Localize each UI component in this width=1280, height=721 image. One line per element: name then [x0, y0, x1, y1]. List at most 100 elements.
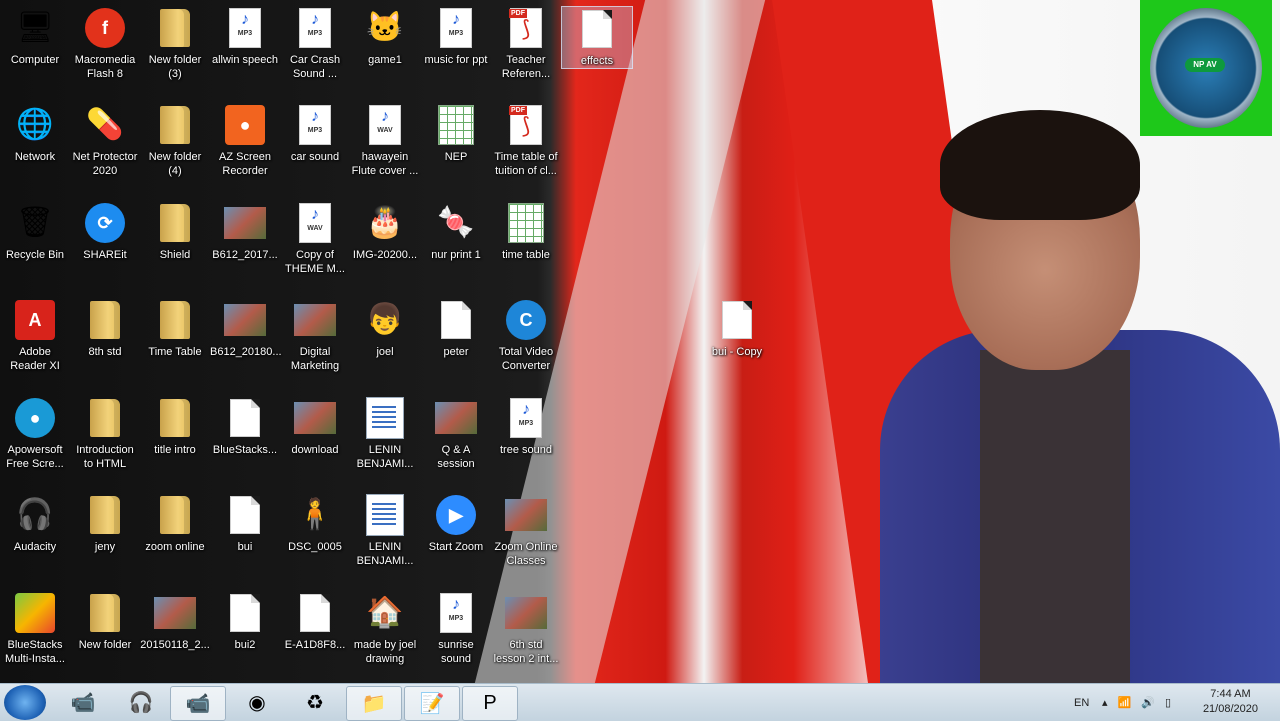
icon-glyph: 🌐: [13, 103, 57, 147]
desktop-icon[interactable]: download: [280, 396, 350, 457]
desktop-icon[interactable]: LENIN BENJAMI...: [350, 396, 420, 471]
desktop-icon[interactable]: E-A1D8F8...: [280, 591, 350, 652]
taskbar-chrome-button[interactable]: ◉: [230, 686, 284, 719]
desktop-icon[interactable]: 🎧 Audacity: [0, 493, 70, 554]
file-icon: [230, 594, 260, 632]
icon-glyph: 🍬: [434, 201, 478, 245]
icon-label: game1: [368, 54, 402, 66]
desktop-icon[interactable]: Shield: [140, 201, 210, 262]
icon-glyph: 🎂: [363, 201, 407, 245]
language-label: EN: [1074, 696, 1090, 709]
mp3-file-icon: ♪ MP3: [229, 8, 261, 48]
desktop-icon[interactable]: ♪ MP3 tree sound: [491, 396, 561, 457]
desktop-icon[interactable]: B612_20180...: [210, 298, 282, 359]
icon-glyph: ♪ WAV: [293, 201, 337, 245]
desktop-icon[interactable]: ♪ WAV hawayein Flute cover ...: [350, 103, 420, 178]
battery-icon[interactable]: ▯: [1165, 696, 1171, 709]
desktop-icon[interactable]: ♪ WAV Copy of THEME M...: [280, 201, 350, 276]
taskbar-zoom-button[interactable]: 📹: [170, 686, 226, 721]
desktop-icon[interactable]: ● AZ Screen Recorder: [210, 103, 280, 178]
signal-icon[interactable]: 📶: [1118, 696, 1132, 709]
taskbar-headphones-button[interactable]: 🎧: [114, 686, 168, 719]
desktop-icon[interactable]: A Adobe Reader XI: [0, 298, 70, 373]
desktop-icon[interactable]: Q & A session: [421, 396, 491, 471]
desktop-icon[interactable]: Zoom Online Classes: [491, 493, 561, 568]
desktop-icon[interactable]: New folder (3): [140, 6, 210, 81]
desktop-icon[interactable]: 💊 Net Protector 2020: [70, 103, 140, 178]
desktop-icon[interactable]: 👦 joel: [350, 298, 420, 359]
icon-label: LENIN BENJAMI...: [356, 444, 414, 470]
desktop-icon[interactable]: ⟳ SHAREit: [70, 201, 140, 262]
desktop-icon[interactable]: 8th std: [70, 298, 140, 359]
desktop-icon[interactable]: 🌐 Network: [0, 103, 70, 164]
desktop-icon[interactable]: ♪ MP3 allwin speech: [210, 6, 280, 67]
icon-glyph: [434, 298, 478, 342]
wav-file-icon: ♪ WAV: [299, 203, 331, 243]
start-button[interactable]: [4, 685, 46, 720]
pdf-file-icon: PDF ⟆: [509, 8, 542, 48]
desktop-icon[interactable]: New folder (4): [140, 103, 210, 178]
desktop-icon[interactable]: bui2: [210, 591, 280, 652]
desktop-icon[interactable]: BlueStacks...: [210, 396, 280, 457]
icon-glyph: [13, 591, 57, 635]
desktop-icon[interactable]: 🐱 game1: [350, 6, 420, 67]
desktop-icon[interactable]: bui: [210, 493, 280, 554]
desktop-icon[interactable]: time table: [491, 201, 561, 262]
desktop-icon[interactable]: Digital Marketing: [280, 298, 350, 373]
icon-glyph: PDF ⟆: [504, 103, 548, 147]
volume-icon[interactable]: 🔊: [1141, 696, 1155, 709]
icon-label: time table: [502, 249, 550, 261]
desktop-icon[interactable]: PDF ⟆ Time table of tuition of cl...: [491, 103, 561, 178]
desktop-icon[interactable]: BlueStacks Multi-Insta...: [0, 591, 70, 666]
icon-glyph: [83, 396, 127, 440]
desktop-icon[interactable]: title intro: [140, 396, 210, 457]
desktop-icon[interactable]: ♪ MP3 music for ppt: [421, 6, 491, 67]
desktop-icon[interactable]: Time Table: [140, 298, 210, 359]
image-thumbnail-icon: [435, 402, 477, 434]
desktop-icon[interactable]: zoom online: [140, 493, 210, 554]
icon-label: music for ppt: [424, 54, 488, 66]
desktop-icon[interactable]: f Macromedia Flash 8: [70, 6, 140, 81]
desktop-icon[interactable]: bui - Copy: [702, 298, 772, 359]
desktop-icon[interactable]: LENIN BENJAMI...: [350, 493, 420, 568]
image-thumbnail-icon: [505, 597, 547, 629]
desktop-icon[interactable]: ♪ MP3 Car Crash Sound ...: [280, 6, 350, 81]
taskbar-screen-recorder-button[interactable]: 📹: [56, 686, 110, 719]
icon-label: peter: [443, 346, 469, 358]
icon-label: Time table of tuition of cl...: [494, 151, 558, 177]
desktop-icon[interactable]: 🖥 Computer: [0, 6, 70, 67]
desktop-icon[interactable]: ♪ MP3 sunrise sound: [421, 591, 491, 666]
taskbar-explorer-button[interactable]: 📁: [346, 686, 402, 721]
antivirus-gadget[interactable]: NP AV: [1140, 0, 1272, 136]
desktop-icon[interactable]: jeny: [70, 493, 140, 554]
desktop-icon[interactable]: 🗑 Recycle Bin: [0, 201, 70, 262]
icon-glyph: 🗑: [13, 201, 57, 245]
desktop-icon[interactable]: New folder: [70, 591, 140, 652]
desktop-icon[interactable]: NEP: [421, 103, 491, 164]
icon-label: Apowersoft Free Scre...: [6, 444, 64, 470]
icon-glyph: [153, 6, 197, 50]
tray-expand-icon[interactable]: ▴: [1102, 696, 1108, 709]
taskbar-powerpoint-button[interactable]: P: [462, 686, 518, 721]
folder-icon: [160, 106, 190, 144]
desktop-icon[interactable]: ▶ Start Zoom: [421, 493, 491, 554]
desktop-icon[interactable]: peter: [421, 298, 491, 359]
desktop-icon[interactable]: 🎂 IMG-20200...: [350, 201, 420, 262]
desktop-icon[interactable]: B612_2017...: [210, 201, 280, 262]
desktop-icon[interactable]: C Total Video Converter: [491, 298, 561, 373]
desktop-icon[interactable]: ● Apowersoft Free Scre...: [0, 396, 70, 471]
desktop-icon[interactable]: Introduction to HTML: [70, 396, 140, 471]
clock[interactable]: 7:44 AM 21/08/2020: [1203, 687, 1258, 717]
desktop-icon[interactable]: 🍬 nur print 1: [421, 201, 491, 262]
desktop-icon[interactable]: ♪ MP3 car sound: [280, 103, 350, 164]
desktop-icon[interactable]: 20150118_2...: [140, 591, 210, 652]
taskbar-shareit-button[interactable]: ♻: [288, 686, 342, 719]
desktop-icon[interactable]: 🧍 DSC_0005: [280, 493, 350, 554]
desktop-icon[interactable]: PDF ⟆ Teacher Referen...: [491, 6, 561, 81]
desktop-icon[interactable]: 🏠 made by joel drawing: [350, 591, 420, 666]
language-indicator[interactable]: EN: [1074, 684, 1089, 721]
icon-label: bui - Copy: [711, 346, 763, 358]
desktop-icon[interactable]: effects: [561, 6, 633, 69]
taskbar-notepad-button[interactable]: 📝: [404, 686, 460, 721]
desktop-icon[interactable]: 6th std lesson 2 int...: [491, 591, 561, 666]
